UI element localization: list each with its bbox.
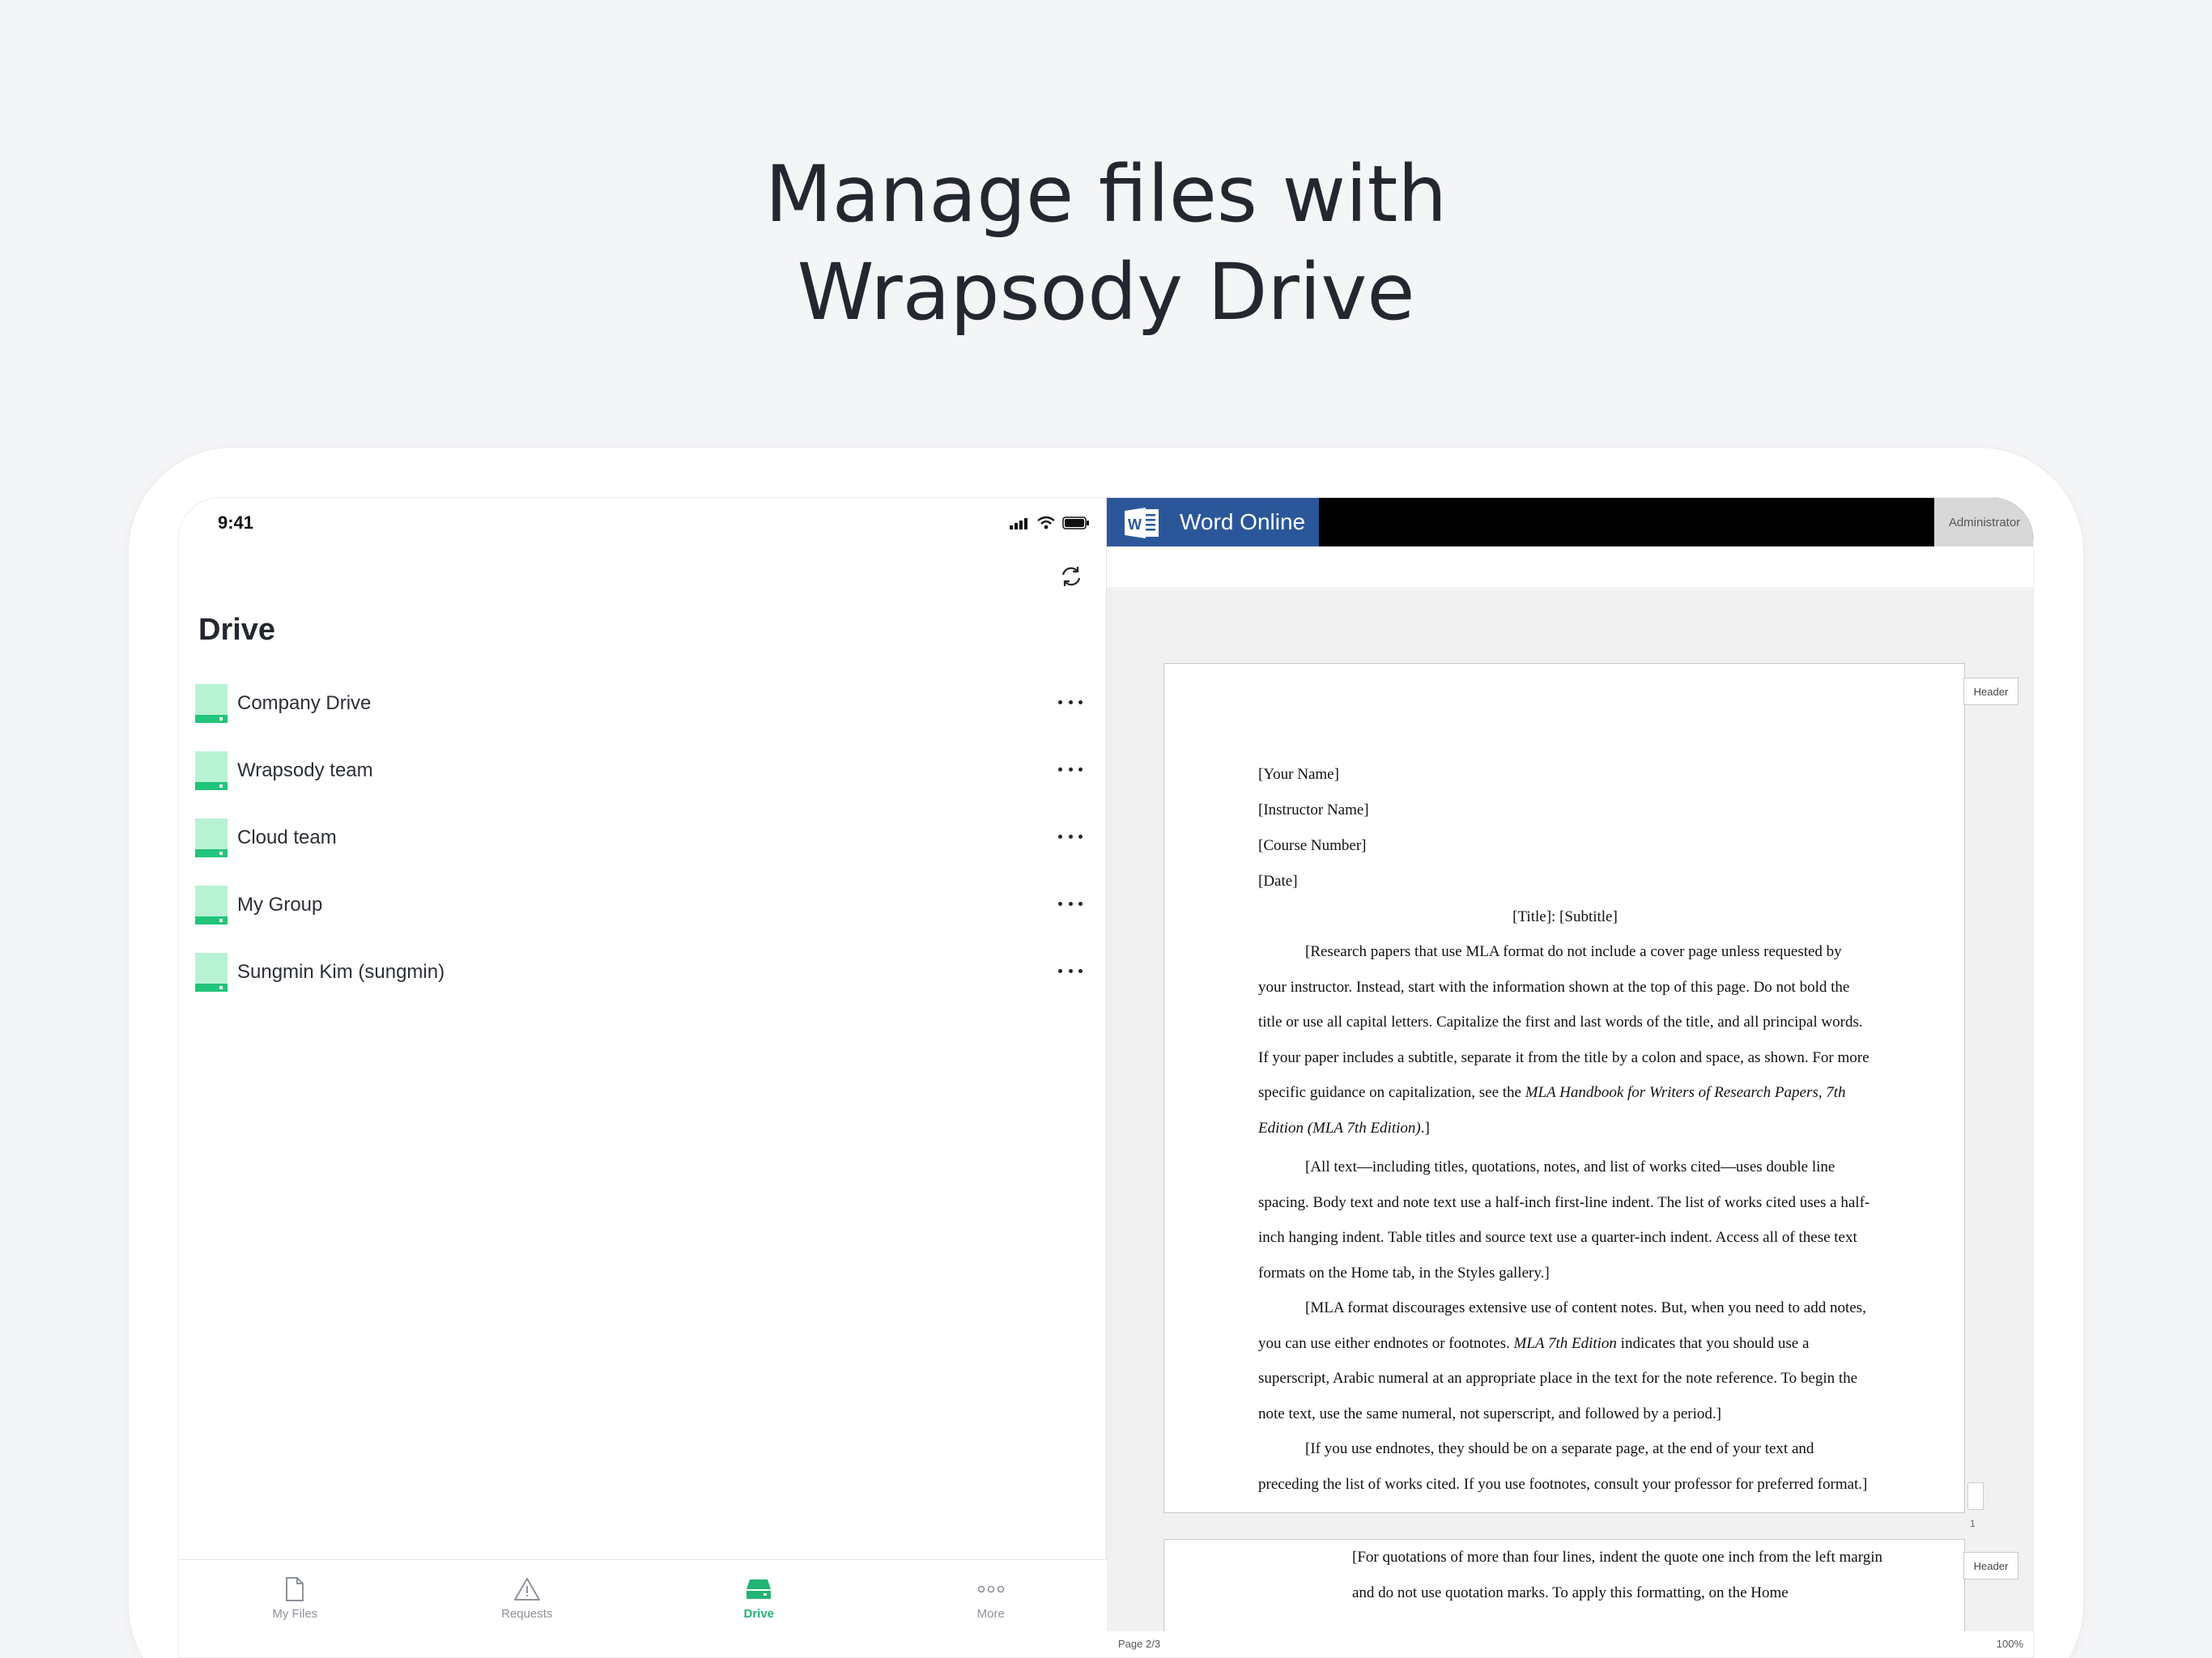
signal-icon [1010,518,1027,529]
drive-icon [195,684,228,723]
word-ribbon [1107,546,2033,587]
drive-icon [195,953,228,992]
more-dots-icon [977,1585,1005,1593]
sync-button[interactable] [1057,563,1085,590]
drive-icon [195,751,228,790]
word-logo-icon: W [1125,508,1159,538]
tab-label: Drive [743,1607,775,1621]
doc-course-number: [Course Number] [1258,837,1367,854]
headline: Manage files with Wrapsody Drive [0,146,2212,342]
document-page[interactable]: [Your Name] [Instructor Name] [Course Nu… [1163,663,1965,1513]
drive-list: Company Drive Wrapsody team Cloud team M… [179,670,1107,1005]
svg-text:W: W [1128,517,1142,533]
drive-item-wrapsody-team[interactable]: Wrapsody team [179,737,1107,804]
file-icon [286,1577,304,1601]
status-time: 9:41 [218,512,254,533]
drive-item-label: My Group [237,893,323,916]
doc-instructor-name: [Instructor Name] [1258,801,1369,818]
wrapsody-app-pane: 9:41 Drive Company Drive Wrapsody team C… [179,498,1108,1657]
document-page-next[interactable]: [For quotations of more than four lines,… [1163,1539,1965,1636]
page-number-marker: 1 [1970,1518,1976,1529]
word-brand-button[interactable]: W Word Online [1107,498,1319,546]
word-brand-label: Word Online [1180,509,1306,534]
user-account-button[interactable]: Administrator [1934,498,2033,546]
headline-line-1: Manage files with [764,149,1448,240]
sync-icon [1061,567,1081,586]
wifi-icon [1037,516,1055,529]
drive-item-label: Wrapsody team [237,759,373,781]
tab-my-files[interactable]: My Files [179,1560,411,1657]
drive-icon [747,1579,772,1599]
more-options-button[interactable] [1058,694,1083,710]
tab-requests[interactable]: Requests [411,1560,644,1657]
word-top-bar: W Word Online Administrator [1107,498,2033,546]
drive-icon [195,886,228,925]
tab-label: My Files [272,1607,318,1621]
status-icons [1009,516,1090,530]
doc-paragraph-5: [For quotations of more than four lines,… [1352,1549,1882,1601]
doc-paragraph-text: [Research papers that use MLA format do … [1258,943,1870,1101]
tab-more[interactable]: More [875,1560,1108,1657]
drive-item-my-group[interactable]: My Group [179,871,1107,938]
page-side-marker [1967,1482,1984,1510]
more-options-button[interactable] [1058,895,1083,912]
drive-item-cloud-team[interactable]: Cloud team [179,804,1107,871]
page-indicator: Page 2/3 [1118,1638,1161,1650]
drive-icon [195,818,228,857]
drive-item-label: Sungmin Kim (sungmin) [237,960,445,983]
battery-icon [1062,517,1089,529]
tab-label: More [976,1607,1005,1621]
headline-line-2: Wrapsody Drive [797,247,1415,338]
drive-item-sungmin-kim[interactable]: Sungmin Kim (sungmin) [179,938,1107,1005]
page-title: Drive [198,613,276,647]
word-online-pane: W Word Online Administrator [Your Name] … [1107,498,2033,1657]
doc-date: [Date] [1258,873,1298,890]
tab-bar: My Files Requests Drive More [179,1559,1108,1657]
header-button[interactable]: Header [1963,678,2018,705]
tab-label: Requests [501,1607,553,1621]
tab-drive[interactable]: Drive [643,1560,875,1657]
drive-item-label: Company Drive [237,691,372,714]
more-options-button[interactable] [1058,761,1083,777]
warning-icon [513,1578,540,1601]
header-button[interactable]: Header [1963,1552,2018,1579]
doc-paragraph-4: [If you use endnotes, they should be on … [1258,1440,1868,1493]
doc-your-name: [Your Name] [1258,766,1339,783]
tablet-screen: 9:41 Drive Company Drive Wrapsody team C… [178,497,2034,1658]
more-options-button[interactable] [1058,828,1083,844]
drive-item-label: Cloud team [237,826,337,848]
doc-title: [Title]: [Subtitle] [1512,908,1618,925]
word-status-bar: Page 2/3 100% [1107,1631,2033,1657]
doc-paragraph-1: [Research papers that use MLA format do … [1258,934,1874,1146]
doc-paragraph-2: [All text—including titles, quotations, … [1258,1158,1870,1282]
drive-item-company-drive[interactable]: Company Drive [179,670,1107,737]
doc-paragraph-text: .] [1420,1119,1430,1137]
zoom-level[interactable]: 100% [1997,1638,2023,1650]
more-options-button[interactable] [1058,963,1083,979]
doc-paragraph-emphasis: MLA 7th Edition [1513,1334,1617,1352]
doc-paragraph-3: [MLA format discourages extensive use of… [1258,1290,1874,1431]
